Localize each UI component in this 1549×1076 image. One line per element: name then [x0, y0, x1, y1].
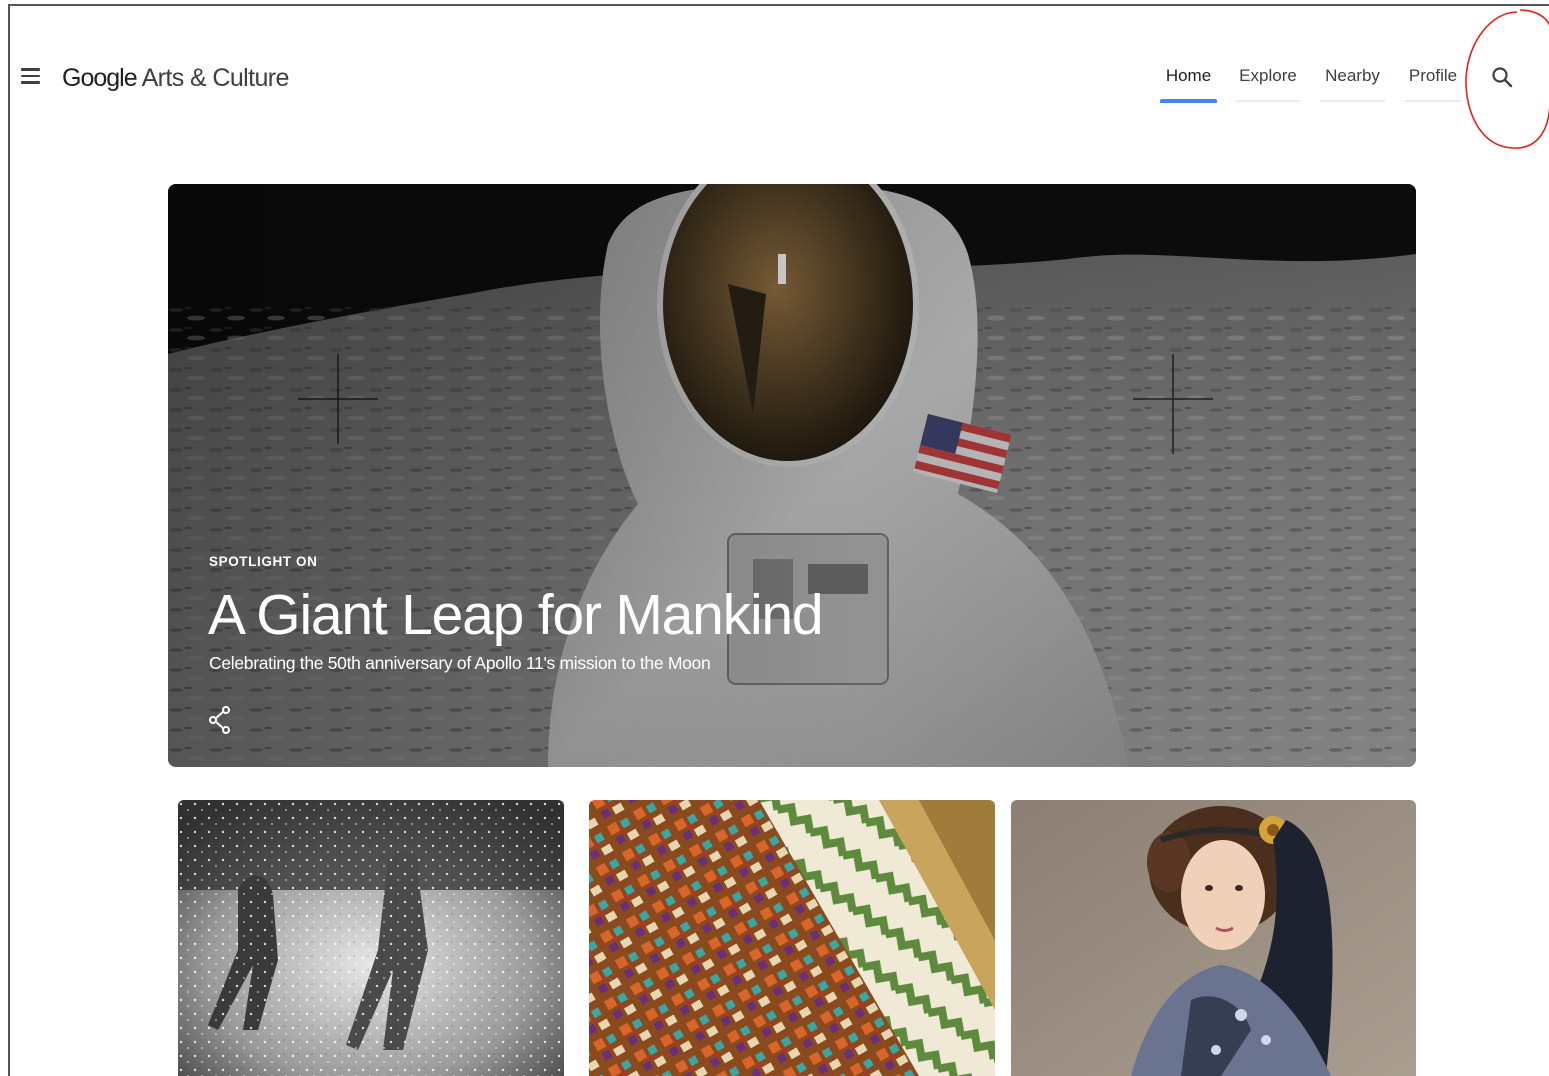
tab-profile-label: Profile	[1408, 66, 1458, 85]
story-card-3[interactable]	[1011, 800, 1416, 1076]
tab-home-label: Home	[1165, 66, 1212, 85]
hero-subtitle: Celebrating the 50th anniversary of Apol…	[209, 653, 711, 673]
logo-google-text: Google	[62, 64, 138, 92]
story-card-1[interactable]	[178, 800, 564, 1076]
children-running-photo	[178, 800, 564, 1076]
tab-divider	[1405, 100, 1461, 102]
hero-title[interactable]: A Giant Leap for Mankind	[208, 582, 824, 648]
tab-nearby[interactable]: Nearby	[1320, 66, 1385, 102]
tab-explore-label: Explore	[1239, 66, 1297, 85]
hero-overlay	[168, 184, 1416, 767]
top-app-bar: Google Arts & Culture Home Explore Nearb…	[0, 0, 1549, 149]
hero-kicker: SPOTLIGHT ON	[209, 554, 318, 569]
tab-divider	[1236, 100, 1300, 102]
hero-spotlight-banner[interactable]: SPOTLIGHT ON A Giant Leap for Mankind Ce…	[168, 184, 1416, 767]
embroidered-textile-photo	[589, 800, 995, 1076]
share-icon[interactable]	[206, 704, 234, 736]
story-card-2[interactable]	[589, 800, 995, 1076]
site-logo[interactable]: Google Arts & Culture	[62, 64, 289, 93]
tab-explore[interactable]: Explore	[1236, 66, 1300, 102]
logo-arts-culture-text: Arts & Culture	[136, 64, 290, 92]
search-icon[interactable]	[1487, 62, 1519, 94]
tab-divider	[1320, 100, 1385, 102]
active-tab-indicator	[1160, 99, 1217, 103]
tab-profile[interactable]: Profile	[1405, 66, 1461, 102]
tab-nearby-label: Nearby	[1325, 66, 1380, 85]
hamburger-menu-icon[interactable]	[18, 64, 44, 94]
portrait-painting	[1011, 800, 1416, 1076]
tab-home[interactable]: Home	[1160, 66, 1217, 103]
